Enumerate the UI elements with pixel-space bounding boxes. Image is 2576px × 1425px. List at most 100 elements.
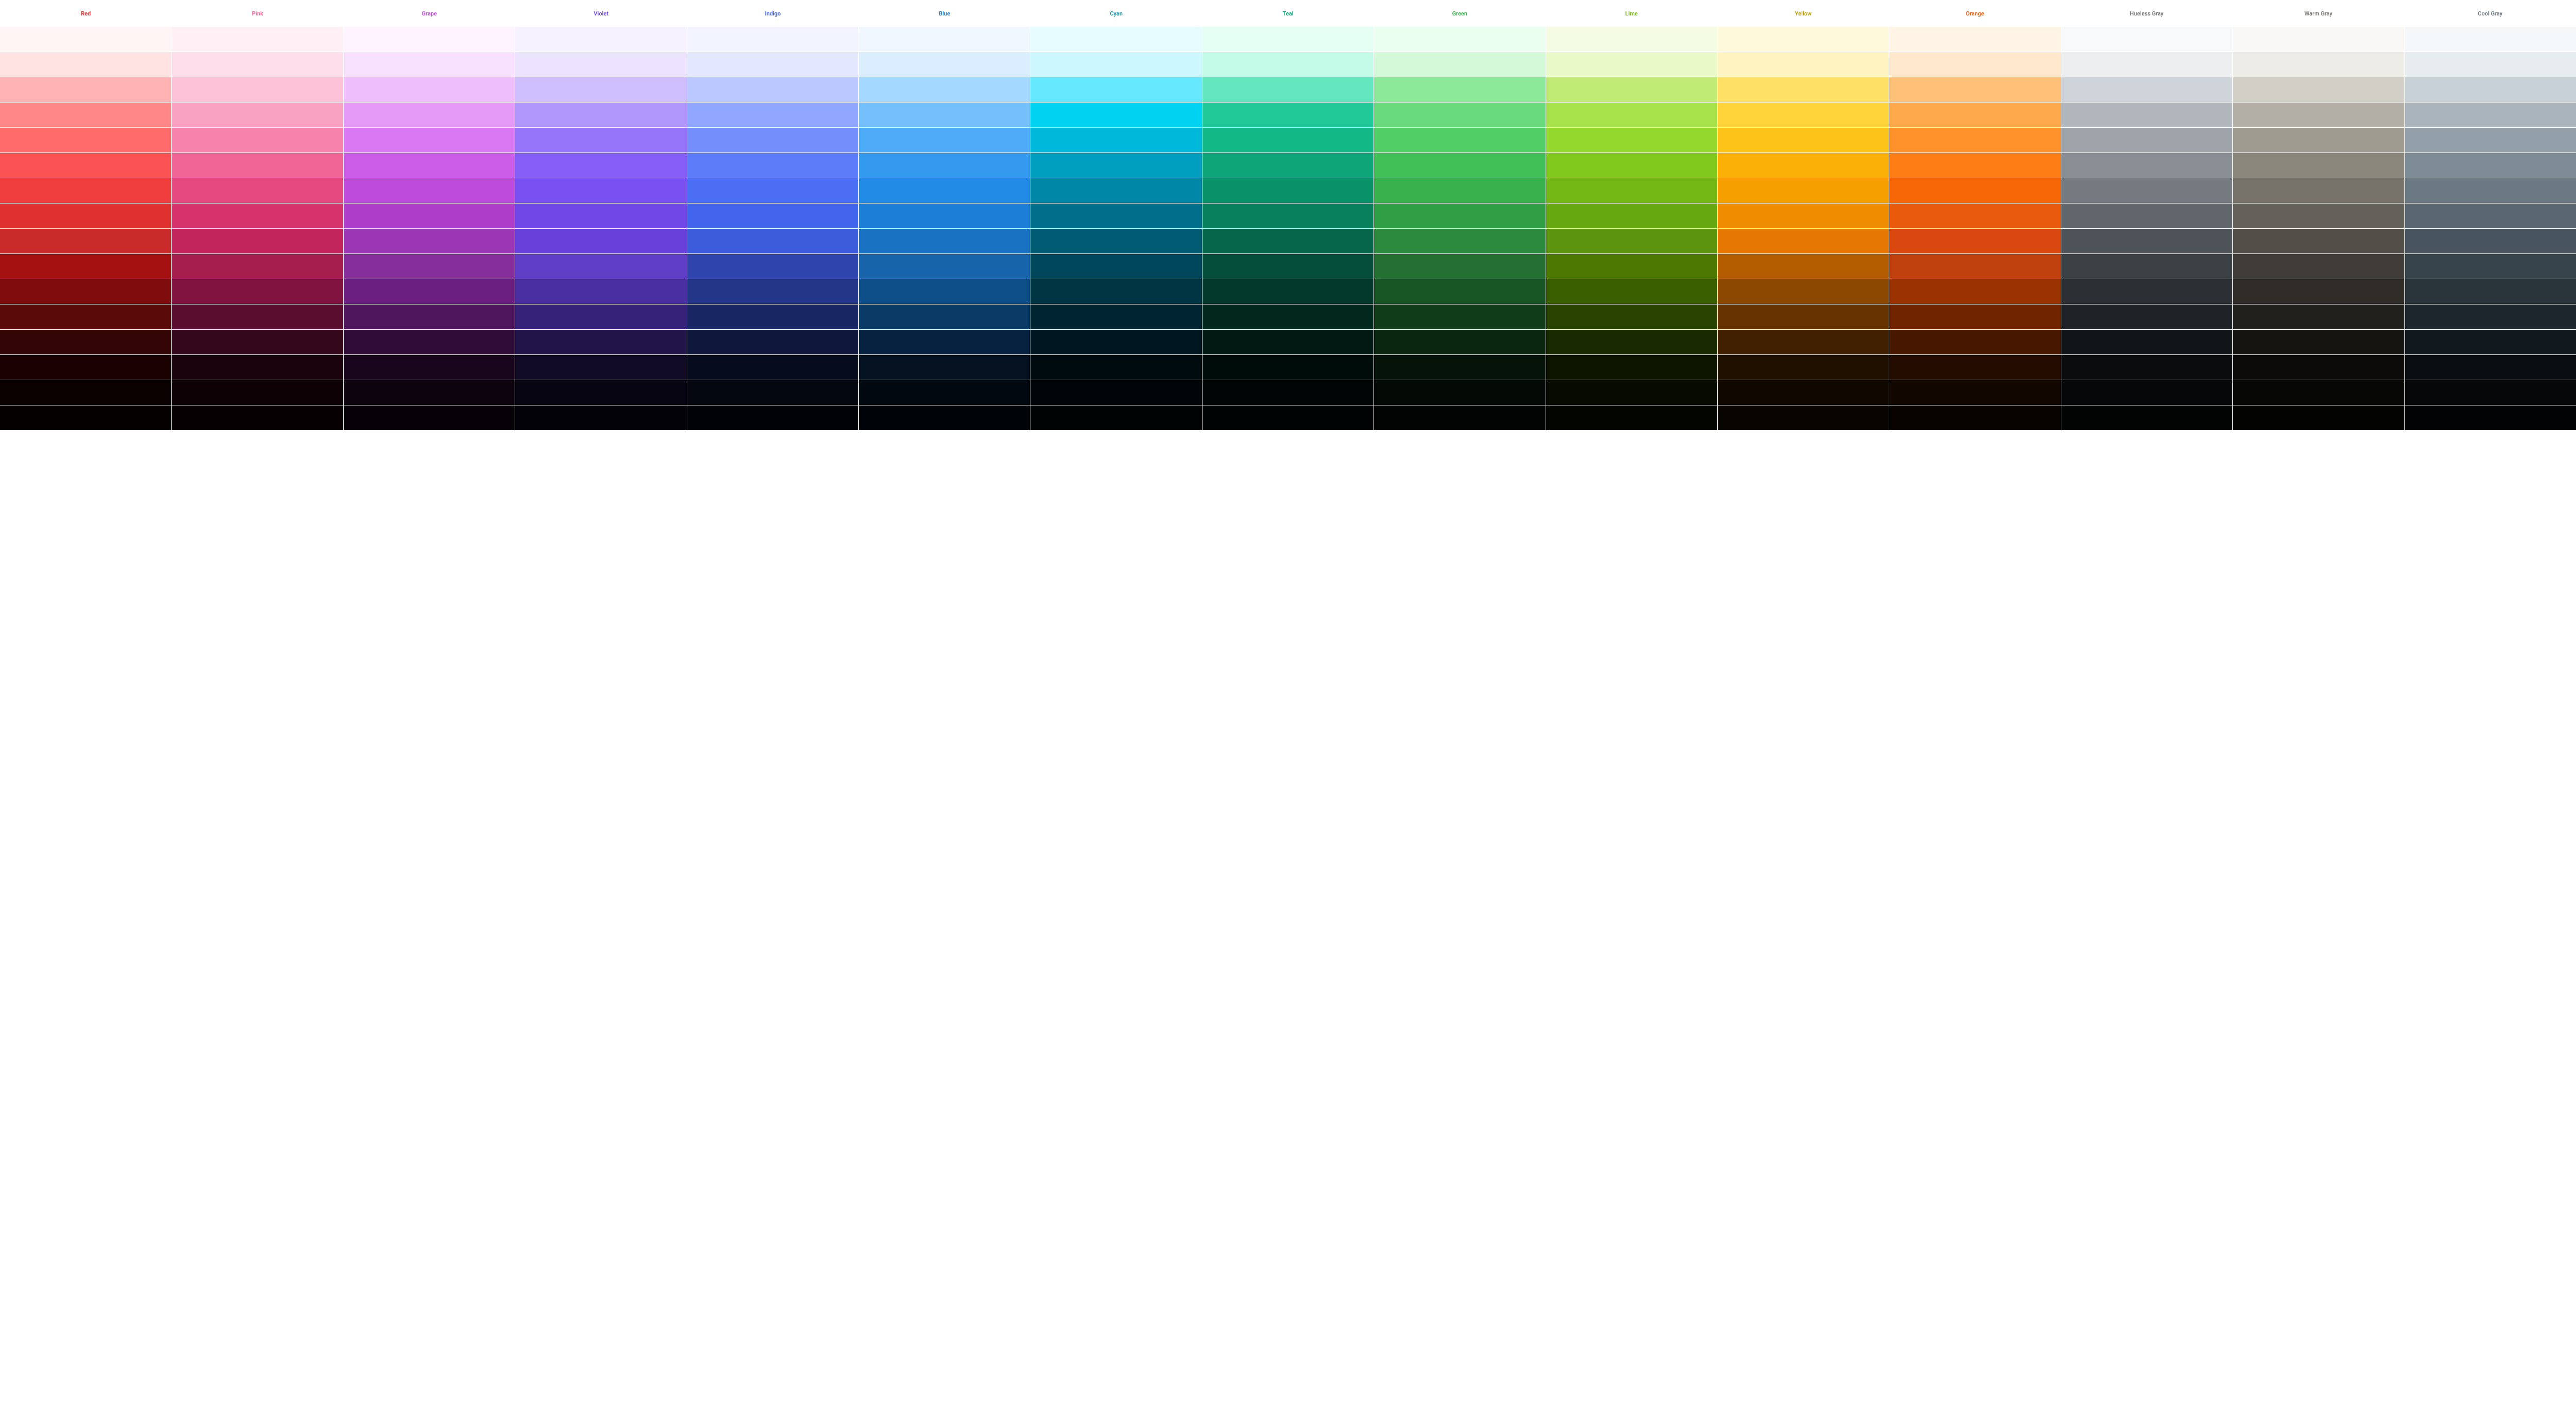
color-swatch[interactable] bbox=[172, 178, 343, 203]
color-swatch[interactable] bbox=[687, 153, 858, 178]
color-swatch[interactable] bbox=[1030, 103, 1201, 127]
color-swatch[interactable] bbox=[515, 279, 686, 304]
color-swatch[interactable] bbox=[1374, 203, 1545, 228]
color-swatch[interactable] bbox=[1202, 405, 1374, 430]
color-swatch[interactable] bbox=[1202, 128, 1374, 152]
color-swatch[interactable] bbox=[344, 279, 515, 304]
color-swatch[interactable] bbox=[2405, 405, 2576, 430]
color-swatch[interactable] bbox=[344, 178, 515, 203]
color-swatch[interactable] bbox=[1546, 153, 1717, 178]
color-swatch[interactable] bbox=[1030, 128, 1201, 152]
color-swatch[interactable] bbox=[1546, 103, 1717, 127]
color-swatch[interactable] bbox=[2233, 178, 2404, 203]
color-swatch[interactable] bbox=[515, 380, 686, 405]
color-swatch[interactable] bbox=[1546, 254, 1717, 279]
color-swatch[interactable] bbox=[2061, 77, 2232, 102]
color-swatch[interactable] bbox=[1546, 128, 1717, 152]
color-swatch[interactable] bbox=[687, 279, 858, 304]
color-swatch[interactable] bbox=[2405, 52, 2576, 77]
color-swatch[interactable] bbox=[515, 128, 686, 152]
color-swatch[interactable] bbox=[859, 52, 1030, 77]
color-swatch[interactable] bbox=[1030, 279, 1201, 304]
color-swatch[interactable] bbox=[172, 279, 343, 304]
color-swatch[interactable] bbox=[2061, 203, 2232, 228]
color-swatch[interactable] bbox=[1202, 103, 1374, 127]
color-swatch[interactable] bbox=[2233, 27, 2404, 52]
color-swatch[interactable] bbox=[1374, 52, 1545, 77]
color-swatch[interactable] bbox=[1374, 77, 1545, 102]
color-swatch[interactable] bbox=[515, 405, 686, 430]
color-swatch[interactable] bbox=[344, 405, 515, 430]
color-swatch[interactable] bbox=[172, 52, 343, 77]
color-swatch[interactable] bbox=[1889, 153, 2060, 178]
color-swatch[interactable] bbox=[2405, 103, 2576, 127]
color-swatch[interactable] bbox=[515, 304, 686, 329]
color-swatch[interactable] bbox=[687, 405, 858, 430]
color-swatch[interactable] bbox=[0, 77, 171, 102]
color-swatch[interactable] bbox=[344, 77, 515, 102]
color-swatch[interactable] bbox=[1202, 77, 1374, 102]
color-swatch[interactable] bbox=[1889, 405, 2060, 430]
color-swatch[interactable] bbox=[515, 27, 686, 52]
color-swatch[interactable] bbox=[1546, 203, 1717, 228]
color-swatch[interactable] bbox=[2405, 77, 2576, 102]
color-swatch[interactable] bbox=[2233, 203, 2404, 228]
color-swatch[interactable] bbox=[172, 229, 343, 253]
color-swatch[interactable] bbox=[2233, 330, 2404, 354]
color-swatch[interactable] bbox=[344, 304, 515, 329]
color-swatch[interactable] bbox=[1718, 27, 1889, 52]
color-swatch[interactable] bbox=[1889, 203, 2060, 228]
color-swatch[interactable] bbox=[687, 330, 858, 354]
color-swatch[interactable] bbox=[2061, 279, 2232, 304]
color-swatch[interactable] bbox=[2061, 355, 2232, 380]
color-swatch[interactable] bbox=[0, 229, 171, 253]
color-swatch[interactable] bbox=[1889, 103, 2060, 127]
color-swatch[interactable] bbox=[1030, 77, 1201, 102]
color-swatch[interactable] bbox=[2233, 355, 2404, 380]
color-swatch[interactable] bbox=[1030, 355, 1201, 380]
color-swatch[interactable] bbox=[1718, 355, 1889, 380]
color-swatch[interactable] bbox=[1374, 355, 1545, 380]
color-swatch[interactable] bbox=[1718, 52, 1889, 77]
color-swatch[interactable] bbox=[859, 405, 1030, 430]
color-swatch[interactable] bbox=[172, 254, 343, 279]
color-swatch[interactable] bbox=[515, 77, 686, 102]
color-swatch[interactable] bbox=[1889, 380, 2060, 405]
color-swatch[interactable] bbox=[1718, 254, 1889, 279]
color-swatch[interactable] bbox=[172, 153, 343, 178]
color-swatch[interactable] bbox=[2233, 254, 2404, 279]
color-swatch[interactable] bbox=[1030, 153, 1201, 178]
color-swatch[interactable] bbox=[2061, 52, 2232, 77]
color-swatch[interactable] bbox=[2405, 380, 2576, 405]
color-swatch[interactable] bbox=[859, 203, 1030, 228]
color-swatch[interactable] bbox=[859, 355, 1030, 380]
color-swatch[interactable] bbox=[2233, 128, 2404, 152]
color-swatch[interactable] bbox=[172, 355, 343, 380]
color-swatch[interactable] bbox=[1374, 279, 1545, 304]
color-swatch[interactable] bbox=[0, 27, 171, 52]
color-swatch[interactable] bbox=[687, 27, 858, 52]
color-swatch[interactable] bbox=[1718, 153, 1889, 178]
color-swatch[interactable] bbox=[687, 355, 858, 380]
color-swatch[interactable] bbox=[687, 103, 858, 127]
color-swatch[interactable] bbox=[0, 103, 171, 127]
color-swatch[interactable] bbox=[2061, 27, 2232, 52]
color-swatch[interactable] bbox=[2061, 304, 2232, 329]
color-swatch[interactable] bbox=[1546, 77, 1717, 102]
color-swatch[interactable] bbox=[1374, 229, 1545, 253]
color-swatch[interactable] bbox=[344, 153, 515, 178]
color-swatch[interactable] bbox=[1546, 330, 1717, 354]
color-swatch[interactable] bbox=[687, 178, 858, 203]
color-swatch[interactable] bbox=[859, 77, 1030, 102]
color-swatch[interactable] bbox=[2405, 203, 2576, 228]
color-swatch[interactable] bbox=[1202, 330, 1374, 354]
color-swatch[interactable] bbox=[2233, 229, 2404, 253]
color-swatch[interactable] bbox=[2061, 405, 2232, 430]
color-swatch[interactable] bbox=[0, 203, 171, 228]
color-swatch[interactable] bbox=[1202, 304, 1374, 329]
color-swatch[interactable] bbox=[1030, 27, 1201, 52]
color-swatch[interactable] bbox=[1546, 380, 1717, 405]
color-swatch[interactable] bbox=[1030, 304, 1201, 329]
color-swatch[interactable] bbox=[1546, 52, 1717, 77]
color-swatch[interactable] bbox=[2405, 304, 2576, 329]
